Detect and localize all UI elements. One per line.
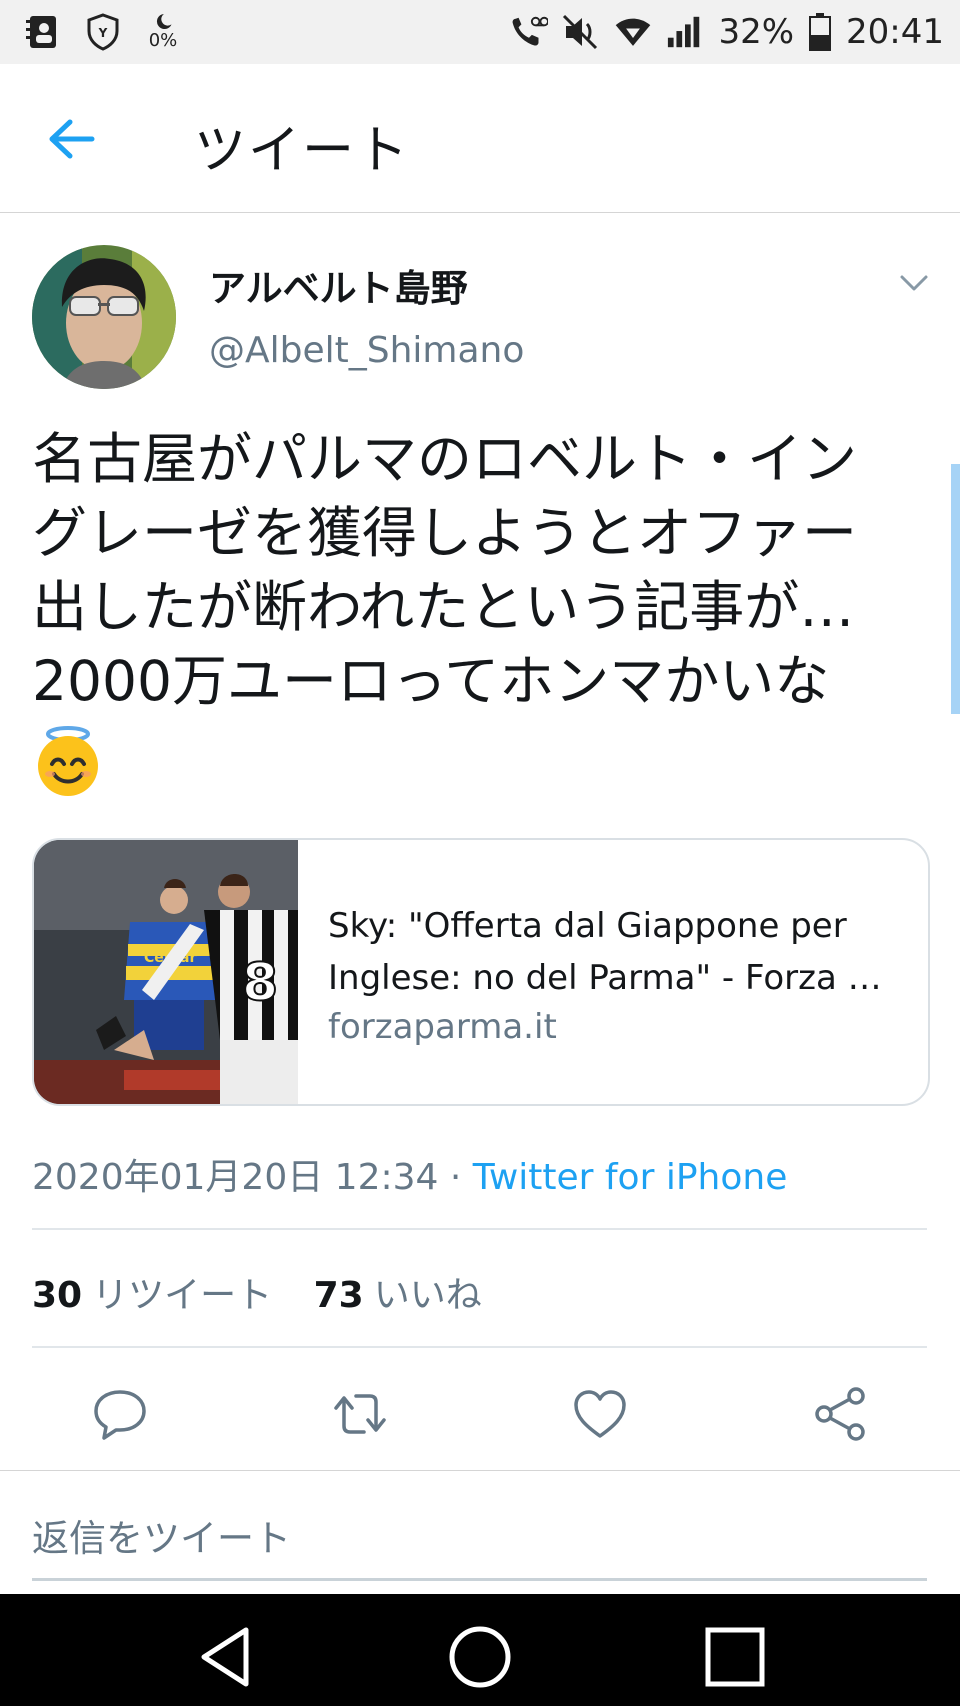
share-button[interactable] bbox=[810, 1384, 870, 1444]
battery-percent: 32% bbox=[718, 12, 795, 52]
battery-icon bbox=[808, 13, 832, 51]
shield-notification-icon: Y bbox=[84, 13, 122, 51]
call-voicemail-icon bbox=[510, 13, 549, 51]
back-button[interactable] bbox=[44, 114, 104, 164]
triangle-back-icon bbox=[201, 1627, 249, 1687]
page-title: ツイート bbox=[194, 121, 411, 181]
author-name[interactable]: アルベルト島野 bbox=[209, 258, 468, 312]
nav-back-button[interactable] bbox=[194, 1622, 264, 1692]
signal-icon bbox=[666, 13, 704, 51]
retweet-button[interactable] bbox=[330, 1384, 390, 1444]
chevron-down-icon bbox=[900, 275, 928, 291]
reply-input[interactable]: 返信をツイート bbox=[32, 1508, 291, 1562]
link-preview-title-line1: Sky: "Offerta dal Giappone per bbox=[328, 906, 847, 946]
retweet-count: 30 bbox=[32, 1275, 83, 1316]
link-preview-domain: forzaparma.it bbox=[328, 1007, 557, 1047]
like-label: いいね bbox=[373, 1275, 482, 1316]
smiling-face-with-halo-emoji bbox=[32, 724, 104, 796]
avatar[interactable] bbox=[32, 245, 176, 389]
engagement-counts: 30 リツイート 73 いいね bbox=[32, 1266, 482, 1318]
scrollbar[interactable] bbox=[951, 464, 960, 714]
like-icon bbox=[574, 1390, 626, 1438]
zero-percent-label: 0% bbox=[148, 30, 178, 51]
divider bbox=[32, 1228, 927, 1230]
mute-icon bbox=[562, 13, 600, 51]
reply-input-underline bbox=[32, 1578, 927, 1581]
tweet-source-link[interactable]: Twitter for iPhone bbox=[473, 1157, 788, 1198]
square-recents-icon bbox=[705, 1627, 765, 1687]
circle-home-icon bbox=[449, 1626, 511, 1688]
tweet-timestamp[interactable]: 2020年01月20日 12:34 bbox=[32, 1157, 438, 1198]
link-preview-title-line2: Inglese: no del Parma" - Forza … bbox=[328, 958, 882, 998]
moon-notification-icon: 0% bbox=[144, 13, 182, 51]
back-arrow-icon bbox=[49, 119, 95, 159]
like-button[interactable] bbox=[570, 1384, 630, 1444]
author-handle[interactable]: @Albelt_Shimano bbox=[209, 330, 524, 371]
meta-separator: · bbox=[438, 1157, 473, 1198]
like-count-link[interactable]: 73 いいね bbox=[314, 1275, 482, 1316]
link-preview-title: Sky: "Offerta dal Giappone per Inglese: … bbox=[328, 900, 908, 1004]
tweet-text: 名古屋がパルマのロベルト・イン グレーゼを獲得しようとオファー 出したが断われた… bbox=[32, 427, 858, 713]
retweet-label: リツイート bbox=[92, 1275, 273, 1316]
divider bbox=[32, 1346, 927, 1348]
link-preview-card[interactable]: Cetilar 8 Sky: "Offerta dal Giappone per… bbox=[32, 838, 930, 1106]
nav-home-button[interactable] bbox=[445, 1622, 515, 1692]
wifi-icon bbox=[614, 13, 652, 51]
top-app-bar: ツイート bbox=[0, 64, 960, 213]
contacts-notification-icon bbox=[24, 13, 62, 51]
tweet-meta: 2020年01月20日 12:34 · Twitter for iPhone bbox=[32, 1148, 787, 1200]
retweet-count-link[interactable]: 30 リツイート bbox=[32, 1275, 272, 1316]
nav-recents-button[interactable] bbox=[700, 1622, 770, 1692]
like-count: 73 bbox=[313, 1275, 364, 1316]
clock: 20:41 bbox=[846, 12, 944, 52]
svg-text:8: 8 bbox=[242, 953, 278, 1013]
divider bbox=[0, 1470, 960, 1471]
tweet-menu-button[interactable] bbox=[896, 268, 932, 298]
system-navigation-bar bbox=[0, 1594, 960, 1706]
reply-icon bbox=[94, 1390, 146, 1440]
svg-text:Y: Y bbox=[98, 26, 108, 40]
reply-button[interactable] bbox=[90, 1384, 150, 1444]
retweet-icon bbox=[334, 1394, 386, 1434]
status-bar: Y 0% 32% 20:41 bbox=[0, 0, 960, 64]
link-preview-image: Cetilar 8 bbox=[34, 840, 298, 1104]
share-icon bbox=[815, 1387, 865, 1441]
